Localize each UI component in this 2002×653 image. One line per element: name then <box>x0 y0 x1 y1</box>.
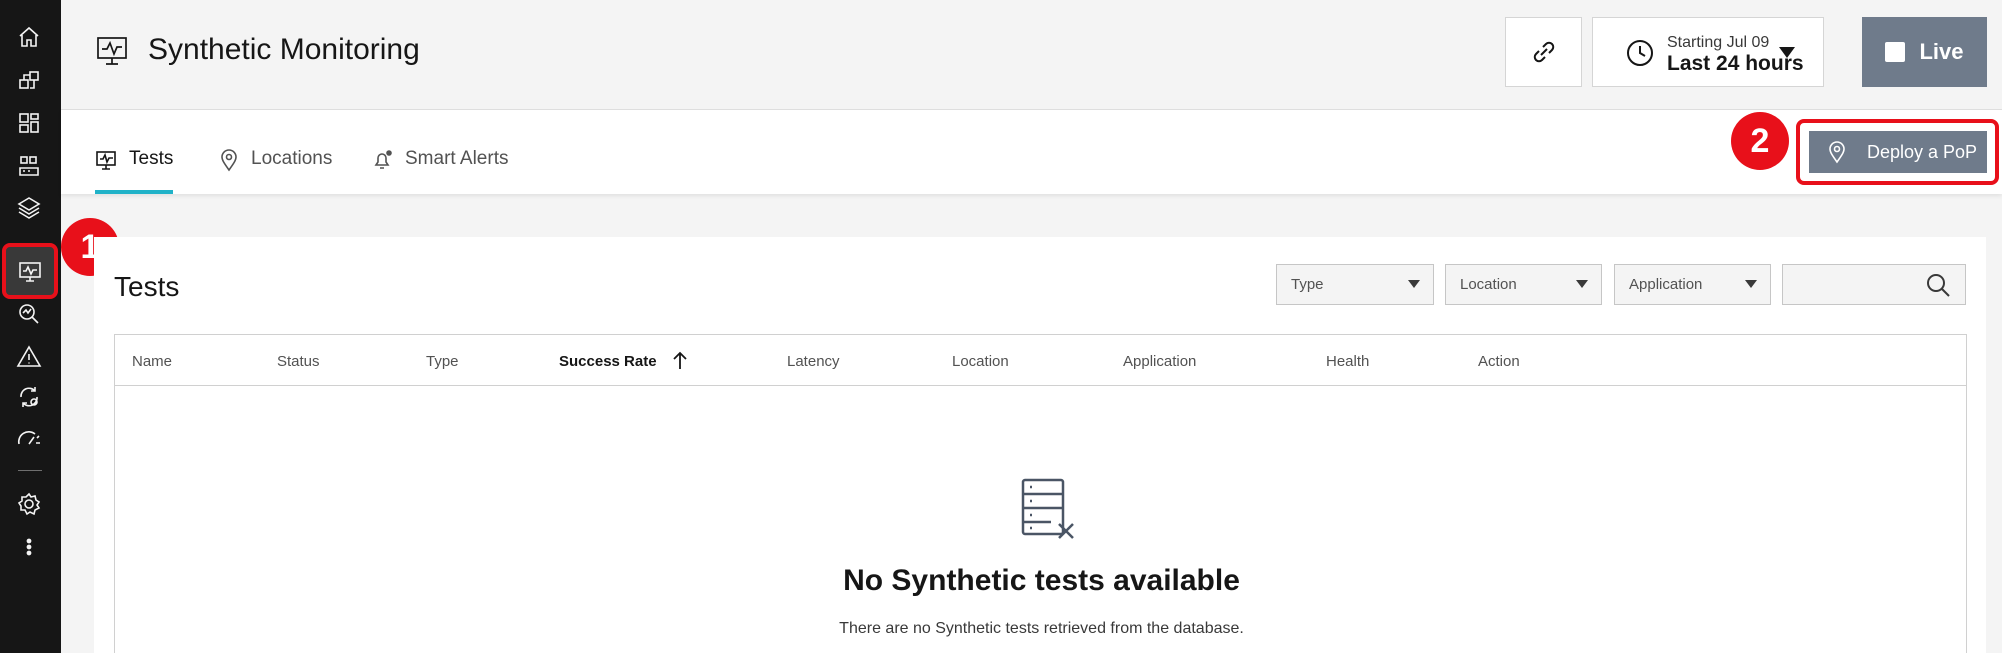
rail-divider <box>18 470 42 471</box>
time-range-start: Starting Jul 09 <box>1667 34 1770 51</box>
search-icon <box>1927 274 1950 297</box>
application-filter-label: Application <box>1629 276 1703 293</box>
column-header-latency[interactable]: Latency <box>787 353 840 370</box>
column-header-status[interactable]: Status <box>277 353 320 370</box>
time-range-picker[interactable]: Starting Jul 09 Last 24 hours <box>1592 17 1824 87</box>
tab-label: Locations <box>251 148 333 169</box>
location-filter-dropdown[interactable]: Location <box>1445 264 1602 305</box>
column-header-application[interactable]: Application <box>1123 353 1196 370</box>
deploy-pop-button[interactable]: Deploy a PoP <box>1809 131 1987 173</box>
synthetic-monitor-icon <box>96 151 116 170</box>
page-title-group: Synthetic Monitoring <box>94 30 420 70</box>
gauge-icon[interactable] <box>7 419 51 457</box>
page-title: Synthetic Monitoring <box>148 33 420 66</box>
location-icon <box>1829 141 1845 164</box>
automation-icon[interactable] <box>7 378 51 416</box>
empty-state-subtitle: There are no Synthetic tests retrieved f… <box>839 620 1244 637</box>
tests-panel: Tests Type Location Application Name Sta… <box>94 237 1986 653</box>
empty-state-title: No Synthetic tests available <box>843 564 1240 597</box>
copy-link-button[interactable] <box>1505 17 1582 87</box>
tab-label: Smart Alerts <box>405 148 509 169</box>
applications-icon[interactable] <box>7 61 51 99</box>
column-header-type[interactable]: Type <box>426 353 459 370</box>
table-header: Name Status Type Success Rate Latency Lo… <box>115 335 1966 386</box>
column-header-action[interactable]: Action <box>1478 353 1520 370</box>
caret-down-icon <box>1745 280 1757 288</box>
chevron-down-icon <box>1779 47 1795 58</box>
clock-icon <box>1625 38 1655 68</box>
tab-locations[interactable]: Locations <box>217 148 332 194</box>
home-icon[interactable] <box>7 18 51 56</box>
tab-tests[interactable]: Tests <box>95 148 174 194</box>
live-label: Live <box>1919 39 1964 64</box>
caret-down-icon <box>1576 280 1588 288</box>
gear-icon[interactable] <box>7 485 51 523</box>
infrastructure-icon[interactable] <box>7 147 51 185</box>
empty-state: No Synthetic tests available There are n… <box>115 386 1966 653</box>
deploy-highlight-box: Deploy a PoP <box>1796 119 1999 185</box>
location-icon <box>221 149 237 172</box>
callout-badge-2: 2 <box>1731 112 1789 170</box>
dashboard-icon[interactable] <box>7 104 51 142</box>
application-filter-dropdown[interactable]: Application <box>1614 264 1771 305</box>
column-header-name[interactable]: Name <box>132 353 172 370</box>
left-nav-rail <box>0 0 61 653</box>
warning-icon[interactable] <box>7 338 51 376</box>
location-filter-label: Location <box>1460 276 1517 293</box>
page-header: Synthetic Monitoring Starting Jul 09 Las… <box>61 0 2002 110</box>
synthetic-monitor-icon <box>97 37 127 65</box>
panel-title: Tests <box>114 271 180 302</box>
search-input[interactable] <box>1782 264 1966 305</box>
notification-icon <box>374 150 392 169</box>
overflow-menu-icon[interactable] <box>7 528 51 566</box>
column-header-location[interactable]: Location <box>952 353 1009 370</box>
tab-label: Tests <box>129 148 174 169</box>
server-error-icon <box>1015 476 1079 540</box>
tests-table: Name Status Type Success Rate Latency Lo… <box>114 334 1967 653</box>
type-filter-dropdown[interactable]: Type <box>1276 264 1434 305</box>
column-header-health[interactable]: Health <box>1326 353 1369 370</box>
live-button[interactable]: Live <box>1862 17 1987 87</box>
column-header-success-rate[interactable]: Success Rate <box>559 351 687 370</box>
caret-down-icon <box>1408 280 1420 288</box>
synthetic-monitor-icon[interactable] <box>2 243 58 299</box>
tab-smart-alerts[interactable]: Smart Alerts <box>371 148 508 194</box>
layers-icon[interactable] <box>7 188 51 226</box>
checkbox-icon <box>1885 42 1906 62</box>
type-filter-label: Type <box>1291 276 1324 293</box>
arrow-up-icon <box>673 351 687 369</box>
deploy-pop-label: Deploy a PoP <box>1867 141 1978 162</box>
link-icon <box>1533 41 1554 63</box>
tab-bar: Tests Locations Smart Alerts <box>61 110 2002 194</box>
column-header-label: Success Rate <box>559 353 657 370</box>
analytics-icon[interactable] <box>7 295 51 333</box>
